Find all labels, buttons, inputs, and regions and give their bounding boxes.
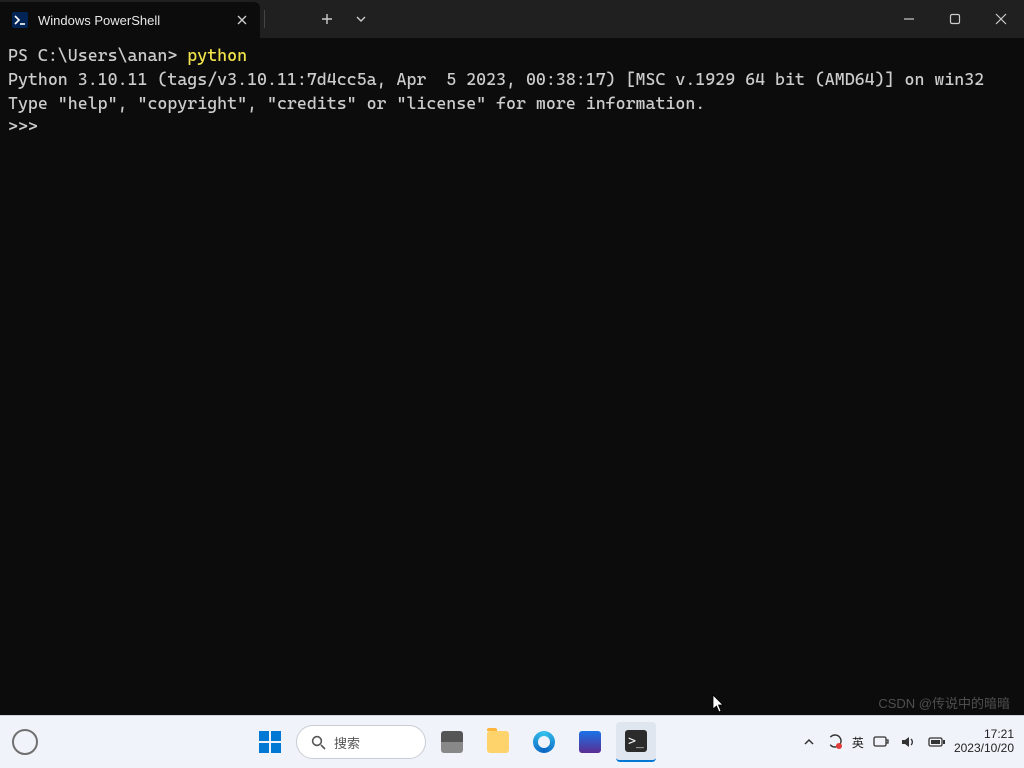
- browser-globe-icon[interactable]: [12, 729, 38, 755]
- titlebar-spacer: [378, 0, 886, 38]
- search-icon: [311, 735, 326, 750]
- ime-indicator[interactable]: 英: [852, 734, 864, 751]
- clock-date: 2023/10/20: [954, 742, 1014, 756]
- taskbar-search[interactable]: 搜索: [296, 725, 426, 759]
- terminal-window: Windows PowerShell PS C:\Users\anan> pyt…: [0, 0, 1024, 715]
- system-tray: 英 17:21 2023/10/20: [800, 728, 1024, 756]
- clock-time: 17:21: [984, 728, 1014, 742]
- close-window-button[interactable]: [978, 0, 1024, 38]
- battery-icon: [928, 733, 946, 751]
- tray-overflow-button[interactable]: [800, 733, 818, 751]
- ms-store-button[interactable]: [570, 722, 610, 762]
- tab-title: Windows PowerShell: [38, 13, 224, 28]
- task-view-button[interactable]: [432, 722, 472, 762]
- start-button[interactable]: [250, 722, 290, 762]
- quick-settings[interactable]: [872, 733, 946, 751]
- network-icon: [872, 733, 890, 751]
- close-tab-button[interactable]: [234, 12, 250, 28]
- store-icon: [579, 731, 601, 753]
- window-titlebar: Windows PowerShell: [0, 0, 1024, 38]
- terminal-icon: >_: [625, 730, 647, 752]
- powershell-icon: [12, 12, 28, 28]
- maximize-button[interactable]: [932, 0, 978, 38]
- file-explorer-button[interactable]: [478, 722, 518, 762]
- tab-controls: [260, 0, 310, 38]
- edge-icon: [533, 731, 555, 753]
- folder-icon: [487, 731, 509, 753]
- terminal-taskbar-button[interactable]: >_: [616, 722, 656, 762]
- new-tab-button[interactable]: [310, 0, 344, 38]
- python-version-line: Python 3.10.11 (tags/v3.10.11:7d4cc5a, A…: [8, 69, 984, 89]
- task-view-icon: [441, 731, 463, 753]
- taskbar: 搜索 >_ 英 17:21 2023/10/20: [0, 715, 1024, 768]
- minimize-button[interactable]: [886, 0, 932, 38]
- search-placeholder: 搜索: [334, 733, 360, 752]
- terminal-output[interactable]: PS C:\Users\anan> python Python 3.10.11 …: [0, 38, 1024, 715]
- tab-dropdown-button[interactable]: [344, 0, 378, 38]
- security-icon[interactable]: [826, 733, 844, 751]
- python-repl-prompt: >>>: [8, 116, 48, 136]
- tab-powershell[interactable]: Windows PowerShell: [0, 2, 260, 38]
- shell-prompt: PS C:\Users\anan>: [8, 45, 187, 65]
- tab-separator: [264, 10, 265, 28]
- windows-logo-icon: [259, 731, 281, 753]
- typed-command: python: [187, 45, 247, 65]
- volume-icon: [900, 733, 918, 751]
- taskbar-clock[interactable]: 17:21 2023/10/20: [954, 728, 1014, 756]
- taskbar-center: 搜索 >_: [250, 722, 656, 762]
- edge-button[interactable]: [524, 722, 564, 762]
- python-help-line: Type "help", "copyright", "credits" or "…: [8, 93, 705, 113]
- taskbar-left: [0, 729, 170, 755]
